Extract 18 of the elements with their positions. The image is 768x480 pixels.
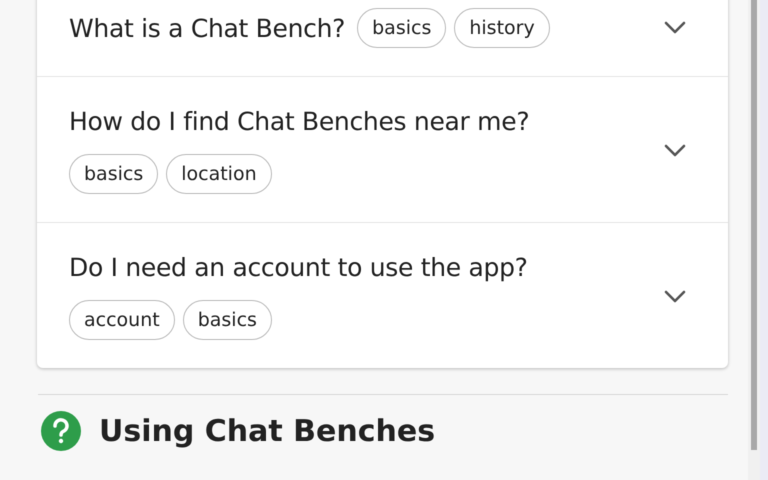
faq-item[interactable]: Do I need an account to use the app? account basics: [37, 222, 728, 368]
tag[interactable]: account: [69, 300, 175, 340]
faq-item[interactable]: What is a Chat Bench? basics history: [37, 0, 728, 76]
tag[interactable]: history: [454, 8, 550, 48]
faq-item[interactable]: How do I find Chat Benches near me? basics location: [37, 76, 728, 222]
scrollbar[interactable]: [748, 0, 760, 480]
help-icon: [41, 411, 81, 451]
question-text: Do I need an account to use the app?: [69, 253, 528, 282]
question-text: How do I find Chat Benches near me?: [69, 107, 530, 136]
section-heading: Using Chat Benches: [99, 414, 436, 448]
chevron-icon[interactable]: [664, 144, 686, 158]
question-text: What is a Chat Bench?: [69, 14, 346, 42]
tag[interactable]: basics: [357, 8, 446, 48]
tag[interactable]: location: [166, 154, 272, 194]
chevron-icon[interactable]: [664, 290, 686, 304]
tag[interactable]: basics: [182, 300, 272, 340]
tag[interactable]: basics: [69, 154, 158, 194]
chevron-icon[interactable]: [664, 21, 686, 35]
